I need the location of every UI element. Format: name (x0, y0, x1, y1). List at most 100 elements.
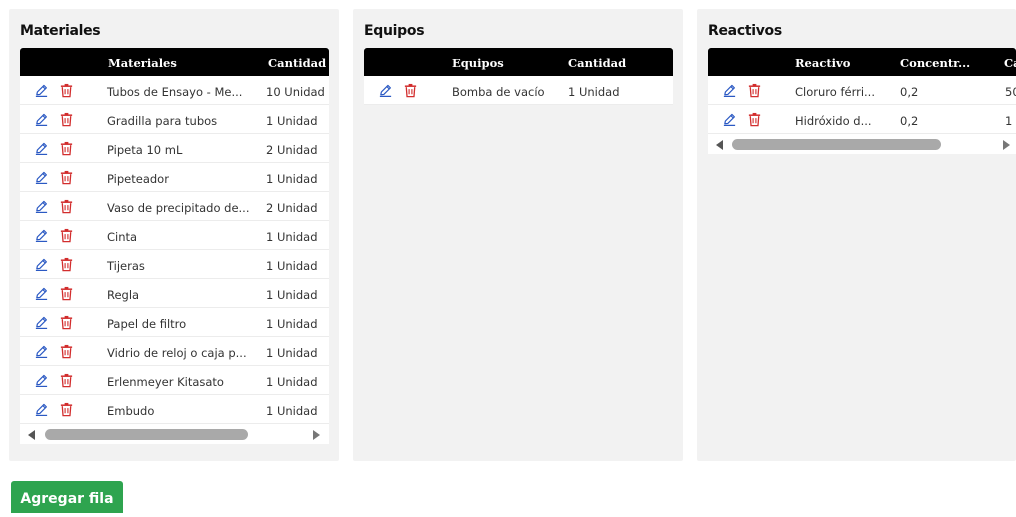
table-row: Bomba de vacío 1 Unidad (364, 76, 673, 105)
pencil-icon[interactable] (378, 83, 393, 98)
table-row: Embudo 1 Unidad (20, 395, 329, 424)
header-reactivo: Reactivo (795, 56, 851, 70)
table-cell: Hidróxido d... (795, 114, 872, 128)
pencil-icon[interactable] (34, 257, 49, 272)
pencil-icon[interactable] (34, 344, 49, 359)
table-cell: 1 Unidad (266, 230, 318, 244)
table-cell: 1 Unidad (266, 317, 318, 331)
equipos-panel: Equipos Equipos Cantidad Bomba de vacío 1… (353, 9, 683, 461)
pencil-icon[interactable] (34, 286, 49, 301)
header-cantidad: Cantidad (268, 56, 327, 70)
pencil-icon[interactable] (34, 199, 49, 214)
table-row: Regla 1 Unidad (20, 279, 329, 308)
header-cantidad: Ca (1004, 56, 1016, 70)
header-concentracion: Concentr... (900, 56, 971, 70)
trash-icon[interactable] (59, 286, 74, 301)
table-cell: 0,2 (900, 85, 919, 99)
table-cell: 0,2 (900, 114, 919, 128)
equipos-table: Equipos Cantidad Bomba de vacío 1 Unidad (364, 48, 673, 105)
trash-icon[interactable] (59, 344, 74, 359)
header-materiales: Materiales (108, 56, 177, 70)
table-cell: 1 L (1005, 114, 1016, 128)
table-cell: 1 Unidad (266, 375, 318, 389)
table-row: Pipeteador 1 Unidad (20, 163, 329, 192)
scroll-thumb[interactable] (732, 139, 941, 150)
materiales-panel: Materiales Materiales Cantidad Tubos de … (9, 9, 339, 461)
header-equipos: Equipos (452, 56, 504, 70)
trash-icon[interactable] (59, 373, 74, 388)
table-row: Tubos de Ensayo - Me... 10 Unidad (20, 76, 329, 105)
reactivos-panel: Reactivos Reactivo Concentr... Ca Clorur… (697, 9, 1016, 461)
equipos-title: Equipos (364, 23, 425, 39)
table-cell: Erlenmeyer Kitasato (107, 375, 224, 389)
materiales-table: Materiales Cantidad Tubos de Ensayo - Me… (20, 48, 329, 444)
table-row: Pipeta 10 mL 2 Unidad (20, 134, 329, 163)
table-cell: 1 Unidad (266, 346, 318, 360)
table-row: Gradilla para tubos 1 Unidad (20, 105, 329, 134)
equipos-table-header: Equipos Cantidad (364, 48, 673, 76)
trash-icon[interactable] (747, 83, 762, 98)
scroll-thumb[interactable] (45, 429, 248, 440)
scroll-right-arrow[interactable] (313, 430, 320, 440)
materiales-table-header: Materiales Cantidad (20, 48, 329, 76)
header-cantidad: Cantidad (568, 56, 627, 70)
add-row-button[interactable]: Agregar fila (11, 481, 123, 513)
scroll-left-arrow[interactable] (28, 430, 35, 440)
table-cell: Vaso de precipitado de... (107, 201, 250, 215)
trash-icon[interactable] (747, 112, 762, 127)
trash-icon[interactable] (59, 315, 74, 330)
table-row: Cinta 1 Unidad (20, 221, 329, 250)
trash-icon[interactable] (59, 112, 74, 127)
table-row: Papel de filtro 1 Unidad (20, 308, 329, 337)
table-row: Vaso de precipitado de... 2 Unidad (20, 192, 329, 221)
table-cell: Cloruro férri... (795, 85, 875, 99)
table-cell: Gradilla para tubos (107, 114, 218, 128)
reactivos-table: Reactivo Concentr... Ca Cloruro férri...… (708, 48, 1016, 154)
pencil-icon[interactable] (34, 373, 49, 388)
pencil-icon[interactable] (34, 402, 49, 417)
pencil-icon[interactable] (34, 112, 49, 127)
table-cell: 1 Unidad (266, 404, 318, 418)
table-row: Erlenmeyer Kitasato 1 Unidad (20, 366, 329, 395)
trash-icon[interactable] (59, 83, 74, 98)
table-row: Hidróxido d... 0,2 1 L (708, 105, 1016, 134)
table-cell: Cinta (107, 230, 138, 244)
trash-icon[interactable] (403, 83, 418, 98)
table-cell: 2 Unidad (266, 201, 318, 215)
table-row: Vidrio de reloj o caja p... 1 Unidad (20, 337, 329, 366)
table-row: Tijeras 1 Unidad (20, 250, 329, 279)
scroll-left-arrow[interactable] (716, 140, 723, 150)
table-row: Cloruro férri... 0,2 50 (708, 76, 1016, 105)
table-cell: Pipeta 10 mL (107, 143, 183, 157)
pencil-icon[interactable] (34, 315, 49, 330)
table-cell: Tubos de Ensayo - Me... (107, 85, 243, 99)
table-cell: 10 Unidad (266, 85, 325, 99)
materiales-scrollbar[interactable] (20, 424, 329, 444)
pencil-icon[interactable] (722, 83, 737, 98)
pencil-icon[interactable] (34, 141, 49, 156)
scroll-right-arrow[interactable] (1003, 140, 1010, 150)
table-cell: Tijeras (107, 259, 145, 273)
table-cell: Pipeteador (107, 172, 169, 186)
trash-icon[interactable] (59, 199, 74, 214)
table-cell: Papel de filtro (107, 317, 187, 331)
trash-icon[interactable] (59, 228, 74, 243)
trash-icon[interactable] (59, 257, 74, 272)
trash-icon[interactable] (59, 141, 74, 156)
pencil-icon[interactable] (722, 112, 737, 127)
pencil-icon[interactable] (34, 83, 49, 98)
table-cell: 2 Unidad (266, 143, 318, 157)
table-cell: 1 Unidad (266, 259, 318, 273)
materiales-rows: Tubos de Ensayo - Me... 10 Unidad Gradilla… (20, 76, 329, 424)
reactivos-scrollbar[interactable] (708, 134, 1016, 154)
reactivos-table-header: Reactivo Concentr... Ca (708, 48, 1016, 76)
reactivos-title: Reactivos (708, 23, 782, 39)
table-cell: 1 Unidad (568, 85, 620, 99)
trash-icon[interactable] (59, 170, 74, 185)
pencil-icon[interactable] (34, 170, 49, 185)
table-cell: Regla (107, 288, 140, 302)
table-cell: 1 Unidad (266, 288, 318, 302)
pencil-icon[interactable] (34, 228, 49, 243)
trash-icon[interactable] (59, 402, 74, 417)
table-cell: 1 Unidad (266, 172, 318, 186)
